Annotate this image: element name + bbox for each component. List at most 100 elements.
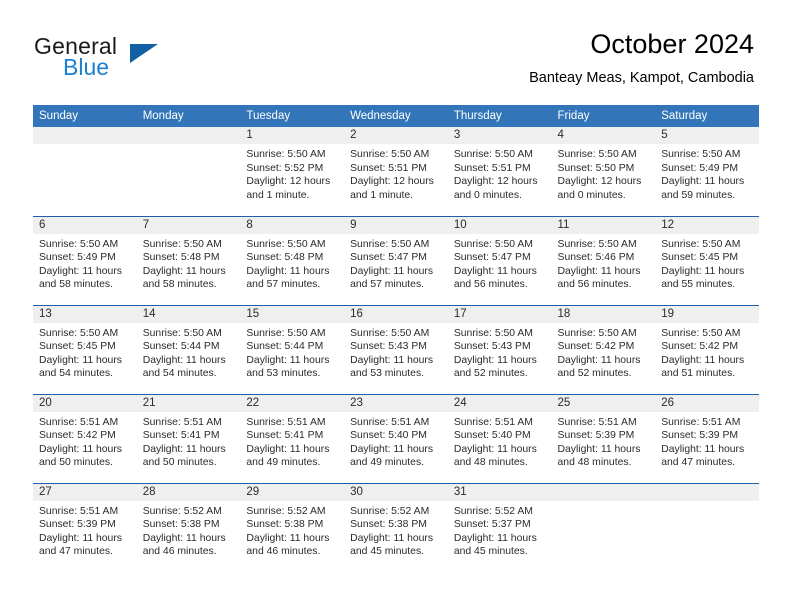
calendar-day-cell[interactable]: 13 Sunrise: 5:50 AM Sunset: 5:45 PM Dayligh… [33,304,137,394]
day-number: 10 [447,216,552,234]
sunset-time: Sunset: 5:48 PM [246,252,324,264]
calendar-day-cell[interactable]: 29 Sunrise: 5:52 AM Sunset: 5:38 PM Dayligh… [240,482,345,572]
day-details: Sunrise: 5:50 AM Sunset: 5:46 PM Daylight:… [552,234,656,292]
day-number: 3 [447,127,552,144]
sunrise-time: Sunrise: 5:51 AM [39,505,119,517]
daylight-duration-line1: Daylight: 11 hours [39,532,122,544]
sunrise-time: Sunrise: 5:50 AM [661,238,741,250]
sunrise-time: Sunrise: 5:51 AM [142,416,222,428]
day-details: Sunrise: 5:50 AM Sunset: 5:42 PM Daylight:… [552,323,656,381]
calendar-day-cell[interactable]: 15 Sunrise: 5:50 AM Sunset: 5:44 PM Dayligh… [240,304,345,394]
daylight-duration-line2: and 52 minutes. [453,368,528,380]
daylight-duration-line1: Daylight: 11 hours [557,265,641,277]
day-number: 2 [344,127,448,144]
daylight-duration-line1: Daylight: 11 hours [661,354,745,366]
day-number: 24 [447,394,552,412]
daylight-duration-line1: Daylight: 11 hours [246,265,330,277]
general-blue-logo[interactable]: General Blue [34,33,244,81]
day-details: Sunrise: 5:51 AM Sunset: 5:40 PM Daylight:… [344,412,448,470]
sunset-time: Sunset: 5:48 PM [142,252,220,264]
daylight-duration-line1: Daylight: 12 hours [453,176,538,188]
sunrise-time: Sunrise: 5:50 AM [661,327,741,339]
calendar-day-cell[interactable]: 31 Sunrise: 5:52 AM Sunset: 5:37 PM Dayligh… [447,482,552,572]
calendar-day-cell[interactable]: 17 Sunrise: 5:50 AM Sunset: 5:43 PM Dayligh… [447,304,552,394]
calendar-day-cell[interactable]: 21 Sunrise: 5:51 AM Sunset: 5:41 PM Dayligh… [136,393,241,483]
daylight-duration-line2: and 45 minutes. [350,546,425,558]
calendar-day-cell[interactable]: 8 Sunrise: 5:50 AM Sunset: 5:48 PM Daylight… [240,215,345,305]
calendar-day-cell[interactable]: 16 Sunrise: 5:50 AM Sunset: 5:43 PM Dayligh… [344,304,448,394]
calendar-day-cell[interactable]: 23 Sunrise: 5:51 AM Sunset: 5:40 PM Dayligh… [344,393,448,483]
day-details: Sunrise: 5:50 AM Sunset: 5:51 PM Daylight:… [448,144,552,202]
sunrise-time: Sunrise: 5:50 AM [246,238,326,250]
daylight-duration-line2: and 57 minutes. [246,279,321,291]
daylight-duration-line1: Daylight: 12 hours [246,176,331,188]
calendar-day-cell[interactable]: 22 Sunrise: 5:51 AM Sunset: 5:41 PM Dayligh… [240,393,345,483]
sunset-time: Sunset: 5:38 PM [246,519,324,531]
daylight-duration-line2: and 51 minutes. [661,368,736,380]
sunrise-time: Sunrise: 5:52 AM [246,505,326,517]
weekday-header-sunday: Sunday [33,105,137,127]
sunset-time: Sunset: 5:41 PM [246,430,324,442]
calendar-day-cell[interactable]: 24 Sunrise: 5:51 AM Sunset: 5:40 PM Dayligh… [447,393,552,483]
sunrise-time: Sunrise: 5:50 AM [350,238,430,250]
day-number: 14 [136,305,241,323]
calendar-day-cell[interactable]: 19 Sunrise: 5:50 AM Sunset: 5:42 PM Dayligh… [655,304,759,394]
daylight-duration-line1: Daylight: 11 hours [246,532,330,544]
day-details: Sunrise: 5:50 AM Sunset: 5:50 PM Daylight:… [552,144,656,202]
daylight-duration-line2: and 58 minutes. [142,279,217,291]
calendar-day-cell[interactable]: 7 Sunrise: 5:50 AM Sunset: 5:48 PM Daylight… [136,215,241,305]
daylight-duration-line2: and 49 minutes. [350,457,425,469]
calendar-day-cell[interactable]: 14 Sunrise: 5:50 AM Sunset: 5:44 PM Dayligh… [136,304,241,394]
daylight-duration-line2: and 46 minutes. [142,546,217,558]
calendar-day-cell[interactable]: 5 Sunrise: 5:50 AM Sunset: 5:49 PM Daylight… [655,127,759,216]
daylight-duration-line1: Daylight: 11 hours [661,443,745,455]
day-number: 8 [240,216,345,234]
calendar-day-cell[interactable]: 11 Sunrise: 5:50 AM Sunset: 5:46 PM Dayligh… [551,215,656,305]
day-number: 30 [344,483,448,501]
calendar-day-cell[interactable]: 28 Sunrise: 5:52 AM Sunset: 5:38 PM Dayligh… [136,482,241,572]
calendar-day-cell[interactable]: 26 Sunrise: 5:51 AM Sunset: 5:39 PM Dayligh… [655,393,759,483]
daylight-duration-line2: and 1 minute. [350,189,414,201]
sunset-time: Sunset: 5:45 PM [39,341,116,353]
sunset-time: Sunset: 5:39 PM [39,519,116,531]
logo-text-blue: Blue [63,54,110,80]
daylight-duration-line2: and 0 minutes. [453,189,522,201]
calendar-cell-empty [551,482,656,572]
calendar-day-cell[interactable]: 3 Sunrise: 5:50 AM Sunset: 5:51 PM Daylight… [447,127,552,216]
calendar-day-cell[interactable]: 12 Sunrise: 5:50 AM Sunset: 5:45 PM Dayligh… [655,215,759,305]
day-details: Sunrise: 5:50 AM Sunset: 5:49 PM Daylight:… [33,234,137,292]
day-details: Sunrise: 5:52 AM Sunset: 5:38 PM Daylight:… [344,501,448,559]
calendar-day-cell[interactable]: 2 Sunrise: 5:50 AM Sunset: 5:51 PM Daylight… [344,127,448,216]
day-number: 9 [344,216,448,234]
daylight-duration-line1: Daylight: 11 hours [142,265,226,277]
daylight-duration-line2: and 46 minutes. [246,546,321,558]
sunset-time: Sunset: 5:51 PM [453,162,531,174]
sunset-time: Sunset: 5:47 PM [350,252,427,264]
daylight-duration-line1: Daylight: 11 hours [350,532,434,544]
calendar-day-cell[interactable]: 18 Sunrise: 5:50 AM Sunset: 5:42 PM Dayligh… [551,304,656,394]
day-number: 27 [33,483,137,501]
calendar-day-cell[interactable]: 20 Sunrise: 5:51 AM Sunset: 5:42 PM Dayligh… [33,393,137,483]
sunset-time: Sunset: 5:49 PM [39,252,116,264]
calendar-day-cell[interactable]: 1 Sunrise: 5:50 AM Sunset: 5:52 PM Daylight… [240,127,345,216]
day-details: Sunrise: 5:50 AM Sunset: 5:43 PM Daylight:… [344,323,448,381]
calendar-day-cell[interactable]: 27 Sunrise: 5:51 AM Sunset: 5:39 PM Dayligh… [33,482,137,572]
calendar-day-cell[interactable]: 25 Sunrise: 5:51 AM Sunset: 5:39 PM Dayligh… [551,393,656,483]
calendar-day-cell[interactable]: 10 Sunrise: 5:50 AM Sunset: 5:47 PM Dayligh… [447,215,552,305]
sunset-time: Sunset: 5:41 PM [142,430,220,442]
day-number: 4 [551,127,656,144]
calendar-day-cell[interactable]: 9 Sunrise: 5:50 AM Sunset: 5:47 PM Daylight… [344,215,448,305]
calendar-day-cell[interactable]: 30 Sunrise: 5:52 AM Sunset: 5:38 PM Dayligh… [344,482,448,572]
daylight-duration-line1: Daylight: 11 hours [39,265,122,277]
day-details: Sunrise: 5:52 AM Sunset: 5:38 PM Daylight:… [240,501,344,559]
day-number: 17 [447,305,552,323]
sunrise-time: Sunrise: 5:50 AM [142,238,222,250]
day-number: 19 [655,305,759,323]
sunrise-time: Sunrise: 5:50 AM [350,149,430,160]
calendar-day-cell[interactable]: 4 Sunrise: 5:50 AM Sunset: 5:50 PM Daylight… [551,127,656,216]
day-number: 6 [33,216,137,234]
daylight-duration-line2: and 50 minutes. [142,457,217,469]
day-number: 31 [447,483,552,501]
page-header: General Blue October 2024 Banteay Meas, … [0,0,792,100]
calendar-day-cell[interactable]: 6 Sunrise: 5:50 AM Sunset: 5:49 PM Daylight… [33,215,137,305]
